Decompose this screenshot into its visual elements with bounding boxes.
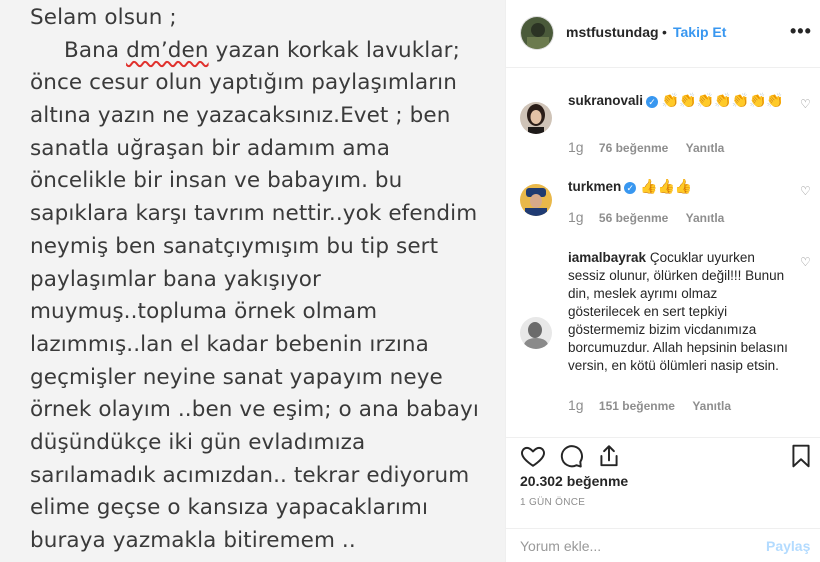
more-options-button[interactable]: ••• xyxy=(790,21,812,42)
note-text: Selam olsun ; Bana dm’den yazan korkak l… xyxy=(30,2,500,558)
reply-button[interactable]: Yanıtla xyxy=(692,399,731,413)
comment-like-heart-icon[interactable]: ♡ xyxy=(800,97,811,111)
verified-badge-icon: ✓ xyxy=(624,182,637,194)
note-line: elime geçse o kansıza yapacaklarımı xyxy=(30,495,429,521)
comment-text: 👏👏👏👏👏👏👏 xyxy=(661,92,784,108)
note-line-end: yazan korkak lavuklar; xyxy=(208,37,460,63)
post-panel: mstfustundag • Takip Et ••• sukranovali ✓… xyxy=(505,0,820,562)
post-header: mstfustundag • Takip Et ••• xyxy=(506,0,820,68)
comment-likes[interactable]: 56 beğenme xyxy=(599,211,668,225)
comment-username[interactable]: iamalbayrak xyxy=(568,250,646,265)
comment-meta: 1g 151 beğenme Yanıtla xyxy=(568,397,745,413)
note-line: muymuş..topluma örnek olmam xyxy=(30,299,378,325)
note-line: Bana dm’den yazan korkak lavuklar; xyxy=(30,35,500,68)
verified-badge-icon: ✓ xyxy=(646,96,659,108)
commenter-avatar[interactable] xyxy=(520,317,552,349)
reply-button[interactable]: Yanıtla xyxy=(686,211,725,225)
note-line: örnek olayım ..ben ve eşim; o ana babayı xyxy=(30,397,479,423)
comment-body: iamalbayrak Çocuklar uyurken sessiz olun… xyxy=(568,249,790,375)
post-image: Selam olsun ; Bana dm’den yazan korkak l… xyxy=(0,0,505,562)
share-icon[interactable] xyxy=(596,443,622,469)
comment-username[interactable]: sukranovali xyxy=(568,93,643,108)
add-comment-bar: Paylaş xyxy=(506,528,820,562)
post-comment-button[interactable]: Paylaş xyxy=(766,538,810,554)
note-line-start: Bana xyxy=(64,37,127,63)
comment-likes[interactable]: 76 beğenme xyxy=(599,141,668,155)
comment-bubble-icon[interactable] xyxy=(558,443,584,469)
note-line: öncelikle bir insan ve babayım. bu xyxy=(30,168,403,194)
note-line: paylaşımlar bana yakışıyor xyxy=(30,266,321,292)
comment-likes[interactable]: 151 beğenme xyxy=(599,399,675,413)
note-line: neymiş ben sanatçıymışım bu tip sert xyxy=(30,233,439,259)
post-actions: 20.302 beğenme 1 GÜN ÖNCE xyxy=(506,437,820,529)
comment-age[interactable]: 1g xyxy=(568,209,584,225)
note-line: Selam olsun ; xyxy=(30,5,177,30)
comment-username[interactable]: turkmen xyxy=(568,179,621,194)
comment-item: sukranovali ✓ 👏👏👏👏👏👏👏 1g 76 beğenme Yanıt… xyxy=(506,69,820,155)
like-heart-icon[interactable] xyxy=(520,443,546,469)
comment-item: iamalbayrak Çocuklar uyurken sessiz olun… xyxy=(506,245,820,425)
reply-button[interactable]: Yanıtla xyxy=(686,141,725,155)
comment-body: turkmen ✓ 👍👍👍 xyxy=(568,177,790,196)
separator-dot: • xyxy=(662,24,667,40)
note-line: lazımmış..lan el kadar bebenin ırzına xyxy=(30,331,429,357)
comment-text: Çocuklar uyurken sessiz olunur, ölürken … xyxy=(568,250,788,373)
note-line: buraya yazmakla bitiremem .. xyxy=(30,528,356,553)
note-line: düşündükçe iki gün evladımıza xyxy=(30,429,366,455)
comment-input[interactable] xyxy=(520,535,750,557)
comments-list: sukranovali ✓ 👏👏👏👏👏👏👏 1g 76 beğenme Yanıt… xyxy=(506,69,820,437)
author-username[interactable]: mstfustundag xyxy=(566,24,659,40)
like-count[interactable]: 20.302 beğenme xyxy=(520,473,628,489)
post-time[interactable]: 1 GÜN ÖNCE xyxy=(520,497,585,508)
follow-button[interactable]: Takip Et xyxy=(673,24,726,40)
comment-like-heart-icon[interactable]: ♡ xyxy=(800,184,811,198)
note-line: geçmişler neyine sanat yapayım neye xyxy=(30,364,443,390)
author-avatar[interactable] xyxy=(520,16,554,50)
misspelled-word: dm’den xyxy=(126,37,209,63)
bookmark-icon[interactable] xyxy=(788,443,814,469)
commenter-avatar[interactable] xyxy=(520,102,552,134)
note-line: sapıklara karşı tavrım nettir..yok efend… xyxy=(30,201,478,227)
commenter-avatar[interactable] xyxy=(520,184,552,216)
comment-item: turkmen ✓ 👍👍👍 1g 56 beğenme Yanıtla ♡ xyxy=(506,169,820,229)
note-line: sarılamadık acımızdan.. tekrar ediyorum xyxy=(30,462,470,488)
comment-meta: 1g 56 beğenme Yanıtla xyxy=(568,209,738,225)
note-line: sanatla uğraşan bir adamım ama xyxy=(30,135,390,161)
comment-meta: 1g 76 beğenme Yanıtla xyxy=(568,139,738,155)
comment-like-heart-icon[interactable]: ♡ xyxy=(800,255,811,269)
comment-age[interactable]: 1g xyxy=(568,397,584,413)
comment-body: sukranovali ✓ 👏👏👏👏👏👏👏 xyxy=(568,91,790,110)
note-line: altına yazın ne yazacaksınız.Evet ; ben xyxy=(30,103,451,129)
note-line: önce cesur olun yaptığım paylaşımların xyxy=(30,70,457,96)
comment-age[interactable]: 1g xyxy=(568,139,584,155)
comment-text: 👍👍👍 xyxy=(640,178,693,194)
